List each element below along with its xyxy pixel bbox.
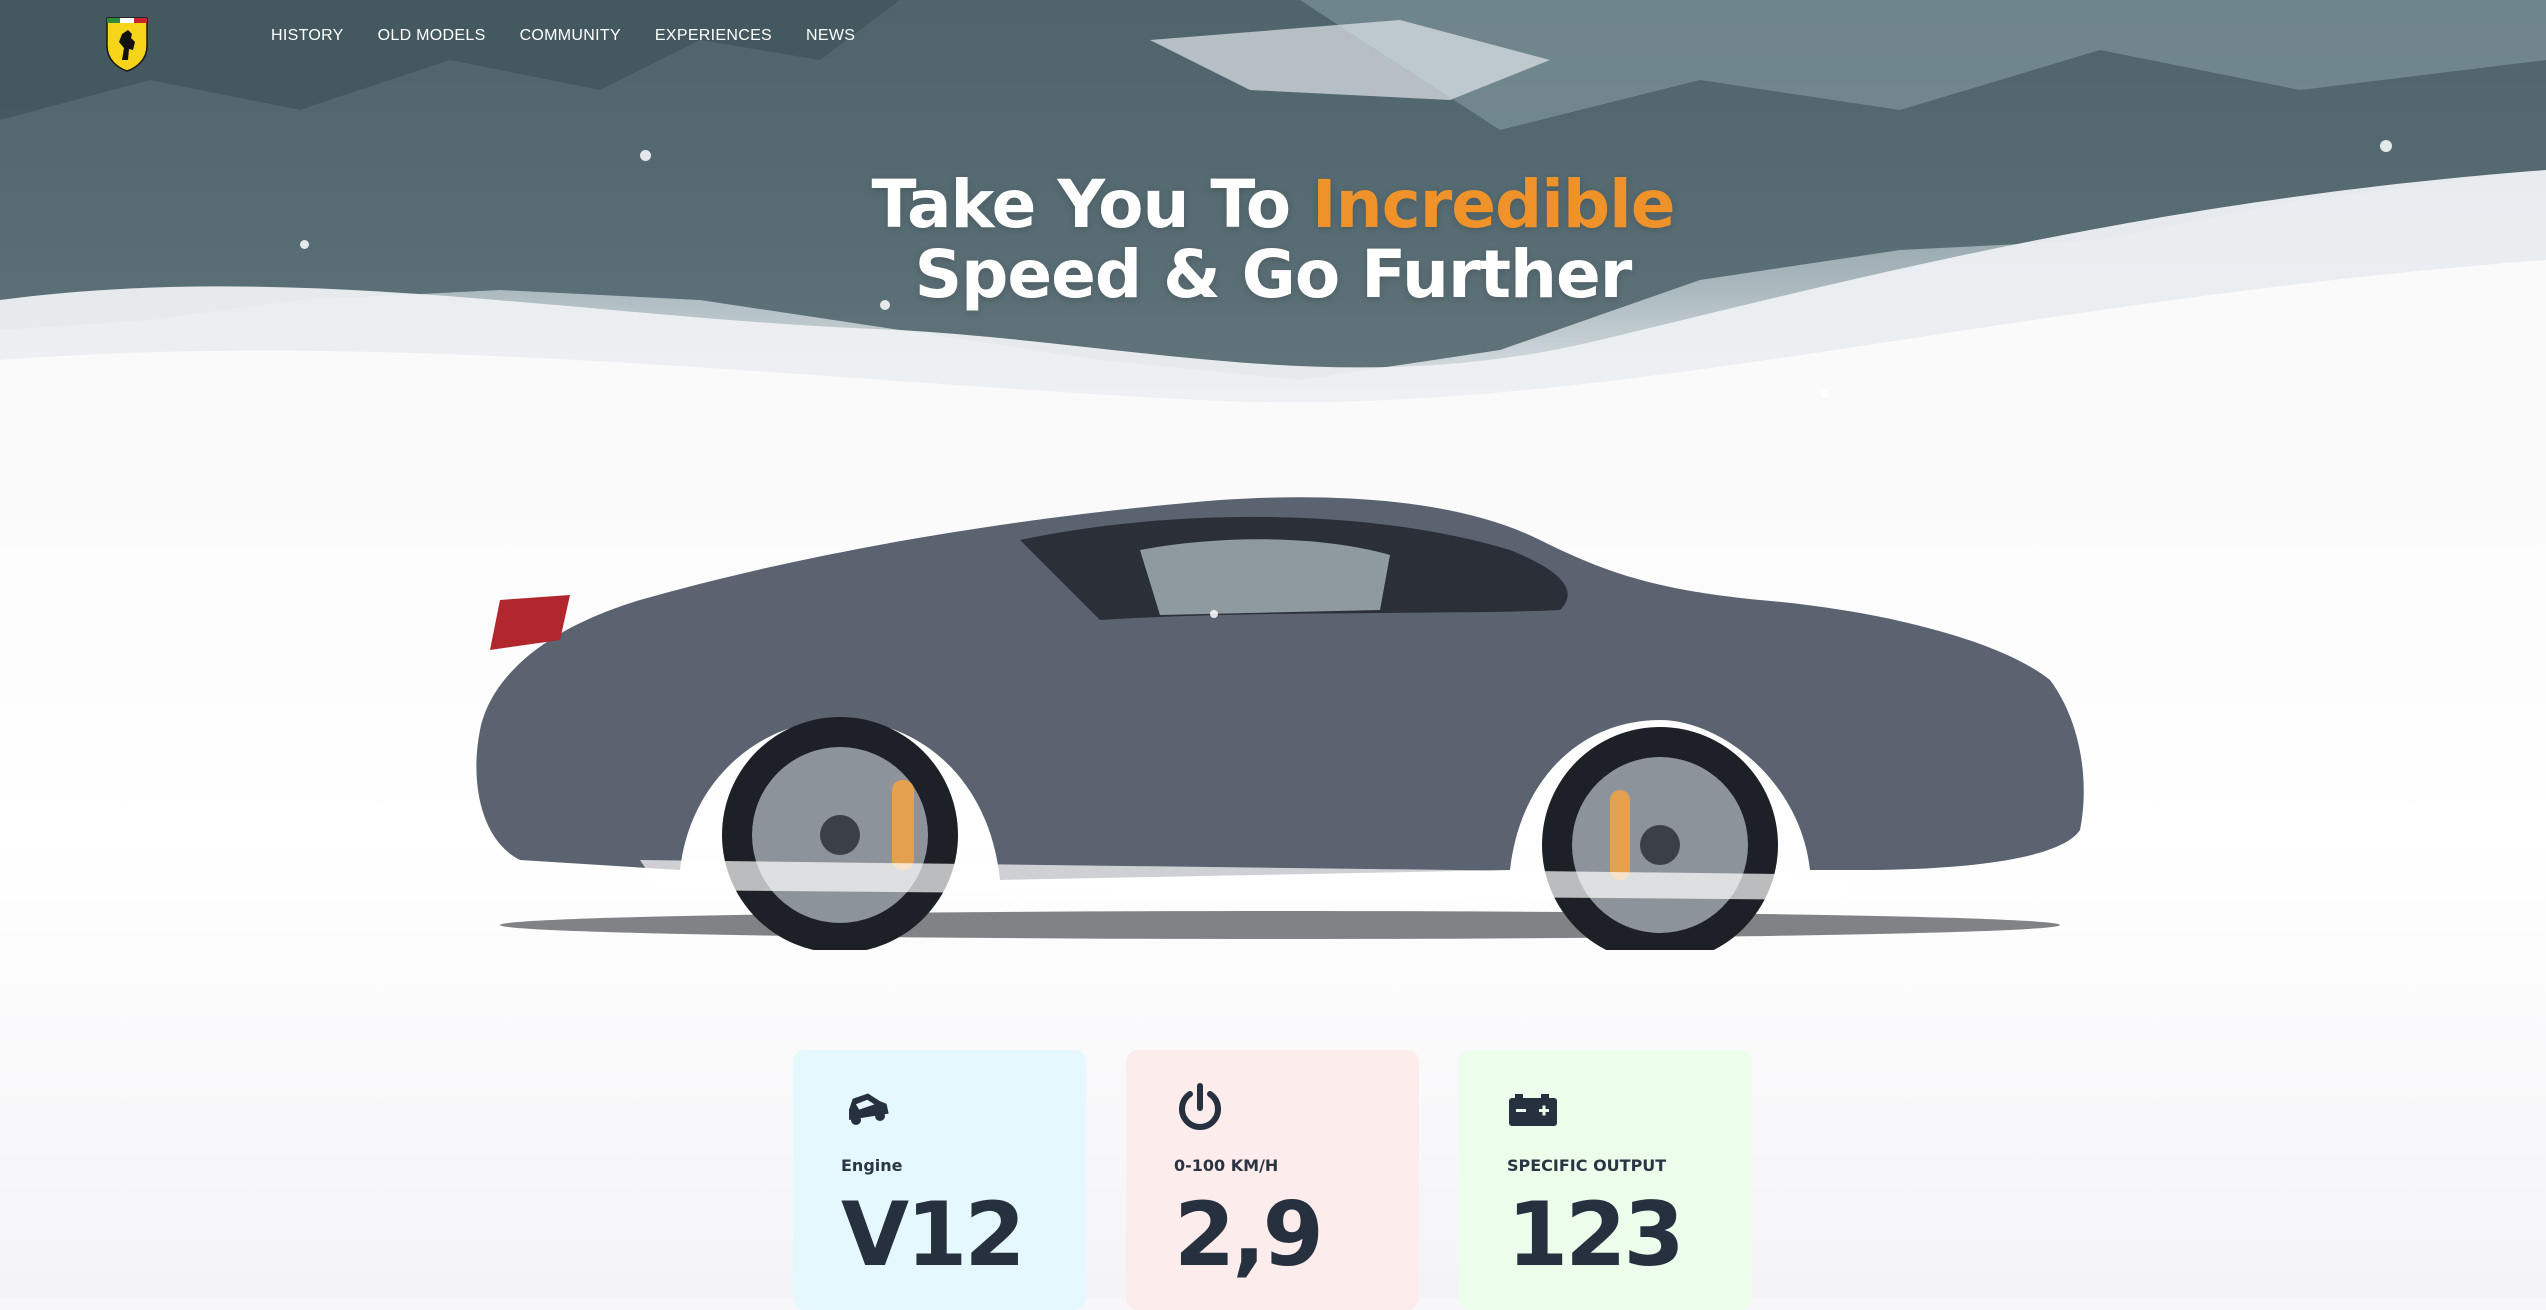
hero-headline: Take You To Incredible Speed & Go Furthe… bbox=[0, 170, 2546, 310]
power-icon bbox=[1179, 1083, 1221, 1130]
spec-card-acceleration[interactable]: 0-100 KM/H 2,9 bbox=[1126, 1050, 1419, 1310]
nav-community[interactable]: COMMUNITY bbox=[520, 27, 621, 45]
top-navigation: HISTORY OLD MODELS COMMUNITY EXPERIENCES… bbox=[0, 0, 2546, 80]
nav-history[interactable]: HISTORY bbox=[271, 27, 344, 45]
spec-card-engine[interactable]: Engine V12 bbox=[793, 1050, 1086, 1310]
snowflake bbox=[1210, 610, 1218, 618]
car-icon bbox=[848, 1093, 889, 1125]
nav-experiences[interactable]: EXPERIENCES bbox=[655, 27, 772, 45]
spec-label: SPECIFIC OUTPUT bbox=[1507, 1156, 1667, 1175]
hero-line-2: Speed & Go Further bbox=[914, 236, 1633, 313]
snowflake bbox=[640, 150, 651, 161]
spec-label: Engine bbox=[841, 1156, 903, 1175]
spec-card-output[interactable]: SPECIFIC OUTPUT 123 bbox=[1459, 1050, 1752, 1310]
spec-label: 0-100 KM/H bbox=[1174, 1156, 1279, 1175]
spec-value: 2,9 bbox=[1174, 1183, 1324, 1286]
spec-value: 123 bbox=[1507, 1183, 1685, 1286]
nav-news[interactable]: NEWS bbox=[806, 27, 855, 45]
battery-icon bbox=[1509, 1094, 1557, 1126]
nav-links: HISTORY OLD MODELS COMMUNITY EXPERIENCES… bbox=[271, 27, 855, 45]
sports-car-image bbox=[476, 497, 2084, 950]
nav-old-models[interactable]: OLD MODELS bbox=[378, 27, 486, 45]
snowflake bbox=[2380, 140, 2392, 152]
spec-value: V12 bbox=[841, 1183, 1026, 1286]
prancing-horse-shield-icon[interactable] bbox=[104, 16, 150, 72]
snowflake bbox=[1820, 390, 1829, 399]
hero-line-1-accent: Incredible bbox=[1312, 166, 1675, 243]
spec-cards: Engine V12 0-100 KM/H 2,9 SPECIFIC OUTPU… bbox=[793, 1050, 1752, 1310]
hero-line-1: Take You To Incredible bbox=[0, 170, 2546, 240]
hero-line-1-prefix: Take You To bbox=[871, 166, 1291, 243]
